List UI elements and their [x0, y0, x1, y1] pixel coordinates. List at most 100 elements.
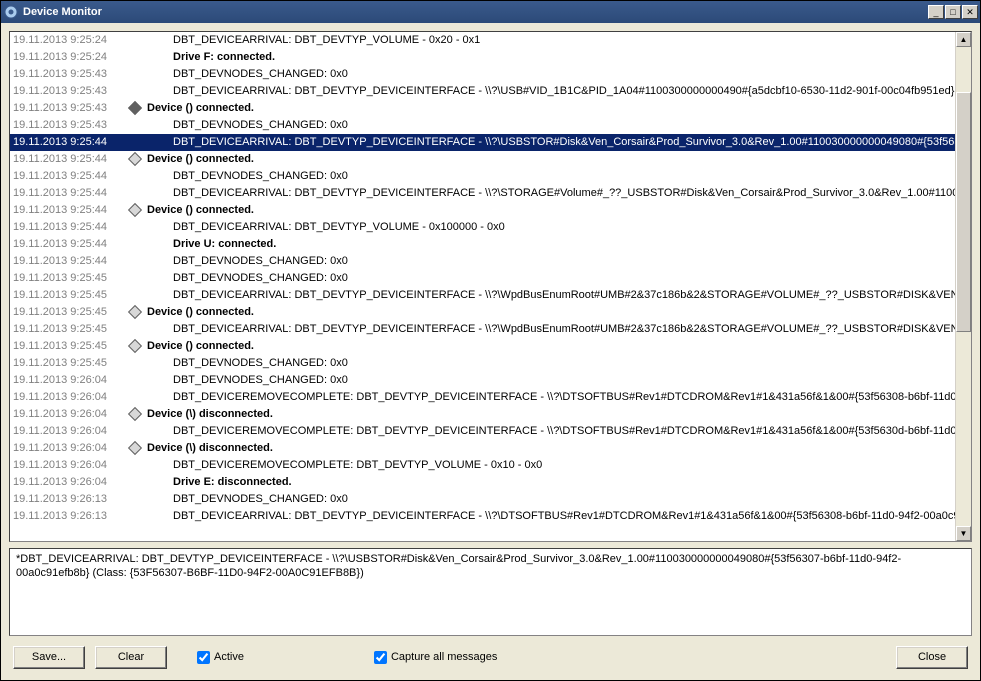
scroll-thumb[interactable]	[956, 92, 971, 332]
row-icon-cell	[125, 491, 145, 508]
close-button[interactable]: Close	[896, 646, 968, 669]
row-icon-cell	[125, 355, 145, 372]
log-message: DBT_DEVNODES_CHANGED: 0x0	[145, 491, 955, 508]
log-row[interactable]: 19.11.2013 9:25:43DBT_DEVNODES_CHANGED: …	[10, 66, 955, 83]
log-row[interactable]: 19.11.2013 9:25:44DBT_DEVNODES_CHANGED: …	[10, 168, 955, 185]
log-message: Drive F: connected.	[145, 49, 955, 66]
log-row[interactable]: 19.11.2013 9:26:04Device (\) disconnecte…	[10, 440, 955, 457]
timestamp: 19.11.2013 9:25:43	[10, 83, 125, 100]
timestamp: 19.11.2013 9:25:44	[10, 168, 125, 185]
log-row[interactable]: 19.11.2013 9:25:24 Drive F: connected.	[10, 49, 955, 66]
capture-checkbox[interactable]: Capture all messages	[374, 651, 497, 664]
log-message: Device () connected.	[145, 338, 955, 355]
timestamp: 19.11.2013 9:26:04	[10, 474, 125, 491]
log-row[interactable]: 19.11.2013 9:25:45DBT_DEVICEARRIVAL: DBT…	[10, 321, 955, 338]
log-row[interactable]: 19.11.2013 9:25:43Device () connected.	[10, 100, 955, 117]
timestamp: 19.11.2013 9:25:44	[10, 202, 125, 219]
log-row[interactable]: 19.11.2013 9:26:04Device (\) disconnecte…	[10, 406, 955, 423]
capture-checkbox-input[interactable]	[374, 651, 387, 664]
row-icon-cell	[125, 66, 145, 83]
row-icon-cell	[125, 287, 145, 304]
log-message: DBT_DEVNODES_CHANGED: 0x0	[145, 355, 955, 372]
row-icon-cell	[125, 372, 145, 389]
log-message: DBT_DEVNODES_CHANGED: 0x0	[145, 253, 955, 270]
log-row[interactable]: 19.11.2013 9:26:04 Drive E: disconnected.	[10, 474, 955, 491]
close-window-button[interactable]: ✕	[962, 5, 978, 19]
active-checkbox[interactable]: Active	[197, 651, 244, 664]
log-message: Drive E: disconnected.	[145, 474, 955, 491]
timestamp: 19.11.2013 9:25:24	[10, 49, 125, 66]
row-icon-cell	[125, 474, 145, 491]
content-area: 19.11.2013 9:25:24 DBT_DEVICEARRIVAL: DBT…	[1, 23, 980, 680]
device-icon	[128, 407, 142, 421]
log-message: DBT_DEVNODES_CHANGED: 0x0	[145, 372, 955, 389]
log-rows[interactable]: 19.11.2013 9:25:24 DBT_DEVICEARRIVAL: DBT…	[10, 32, 955, 541]
timestamp: 19.11.2013 9:26:13	[10, 508, 125, 525]
log-row[interactable]: 19.11.2013 9:25:45Device () connected.	[10, 304, 955, 321]
minimize-button[interactable]: _	[928, 5, 944, 19]
log-row[interactable]: 19.11.2013 9:26:04 DBT_DEVICEREMOVECOMPLE…	[10, 389, 955, 406]
device-icon	[128, 203, 142, 217]
log-row[interactable]: 19.11.2013 9:25:44 DBT_DEVICEARRIVAL: DBT…	[10, 219, 955, 236]
timestamp: 19.11.2013 9:26:13	[10, 491, 125, 508]
log-row[interactable]: 19.11.2013 9:26:13 DBT_DEVNODES_CHANGED: …	[10, 491, 955, 508]
clear-button[interactable]: Clear	[95, 646, 167, 669]
log-row[interactable]: 19.11.2013 9:25:44 DBT_DEVNODES_CHANGED: …	[10, 253, 955, 270]
log-row[interactable]: 19.11.2013 9:25:44 Device () connected.	[10, 202, 955, 219]
row-icon-cell	[125, 236, 145, 253]
log-message: DBT_DEVICEARRIVAL: DBT_DEVTYP_VOLUME - 0…	[145, 32, 955, 49]
timestamp: 19.11.2013 9:25:43	[10, 117, 125, 134]
timestamp: 19.11.2013 9:25:45	[10, 304, 125, 321]
log-row[interactable]: 19.11.2013 9:25:43DBT_DEVICEARRIVAL: DBT…	[10, 83, 955, 100]
log-row[interactable]: 19.11.2013 9:26:13DBT_DEVICEARRIVAL: DBT…	[10, 508, 955, 525]
log-row[interactable]: 19.11.2013 9:25:24DBT_DEVICEARRIVAL: DBT…	[10, 32, 955, 49]
timestamp: 19.11.2013 9:25:45	[10, 321, 125, 338]
timestamp: 19.11.2013 9:25:43	[10, 66, 125, 83]
row-icon-cell	[125, 100, 145, 117]
scroll-down-button[interactable]: ▼	[956, 526, 971, 541]
row-icon-cell	[125, 168, 145, 185]
log-row[interactable]: 19.11.2013 9:26:04DBT_DEVICEREMOVECOMPLE…	[10, 423, 955, 440]
timestamp: 19.11.2013 9:25:44	[10, 219, 125, 236]
log-row[interactable]: 19.11.2013 9:25:45DBT_DEVICEARRIVAL: DBT…	[10, 287, 955, 304]
active-checkbox-input[interactable]	[197, 651, 210, 664]
log-panel: 19.11.2013 9:25:24 DBT_DEVICEARRIVAL: DBT…	[9, 31, 972, 542]
detail-panel[interactable]: *DBT_DEVICEARRIVAL: DBT_DEVTYP_DEVICEINT…	[9, 548, 972, 636]
log-message: DBT_DEVICEREMOVECOMPLETE: DBT_DEVTYP_DEV…	[145, 389, 955, 406]
log-row[interactable]: 19.11.2013 9:26:04DBT_DEVNODES_CHANGED: …	[10, 372, 955, 389]
log-row[interactable]: 19.11.2013 9:25:45DBT_DEVNODES_CHANGED: …	[10, 270, 955, 287]
log-row[interactable]: 19.11.2013 9:25:44Device () connected.	[10, 151, 955, 168]
row-icon-cell	[125, 219, 145, 236]
log-row[interactable]: 19.11.2013 9:25:45 DBT_DEVNODES_CHANGED: …	[10, 355, 955, 372]
log-message: Device () connected.	[145, 151, 955, 168]
scrollbar-vertical[interactable]: ▲ ▼	[955, 32, 971, 541]
timestamp: 19.11.2013 9:25:45	[10, 355, 125, 372]
log-row[interactable]: 19.11.2013 9:25:43DBT_DEVNODES_CHANGED: …	[10, 117, 955, 134]
log-row[interactable]: 19.11.2013 9:25:45 Device () connected.	[10, 338, 955, 355]
device-icon	[128, 339, 142, 353]
log-message: DBT_DEVICEARRIVAL: DBT_DEVTYP_DEVICEINTE…	[145, 185, 955, 202]
timestamp: 19.11.2013 9:26:04	[10, 389, 125, 406]
row-icon-cell	[125, 151, 145, 168]
titlebar[interactable]: Device Monitor _ □ ✕	[1, 1, 980, 23]
log-row[interactable]: 19.11.2013 9:26:04DBT_DEVICEREMOVECOMPLE…	[10, 457, 955, 474]
row-icon-cell	[125, 508, 145, 525]
row-icon-cell	[125, 338, 145, 355]
row-icon-cell	[125, 32, 145, 49]
timestamp: 19.11.2013 9:25:45	[10, 287, 125, 304]
maximize-button[interactable]: □	[945, 5, 961, 19]
app-window: Device Monitor _ □ ✕ 19.11.2013 9:25:24 D…	[0, 0, 981, 681]
log-message: Device () connected.	[145, 202, 955, 219]
button-bar: Save... Clear Active Capture all message…	[9, 642, 972, 672]
device-icon	[128, 305, 142, 319]
log-message: DBT_DEVICEARRIVAL: DBT_DEVTYP_VOLUME - 0…	[145, 219, 955, 236]
timestamp: 19.11.2013 9:25:44	[10, 253, 125, 270]
scroll-up-button[interactable]: ▲	[956, 32, 971, 47]
log-row[interactable]: 19.11.2013 9:25:44DBT_DEVICEARRIVAL: DBT…	[10, 185, 955, 202]
save-button[interactable]: Save...	[13, 646, 85, 669]
log-row[interactable]: 19.11.2013 9:25:44Drive U: connected.	[10, 236, 955, 253]
timestamp: 19.11.2013 9:25:45	[10, 338, 125, 355]
row-icon-cell	[125, 253, 145, 270]
row-icon-cell	[125, 185, 145, 202]
log-row[interactable]: 19.11.2013 9:25:44DBT_DEVICEARRIVAL: DBT…	[10, 134, 955, 151]
